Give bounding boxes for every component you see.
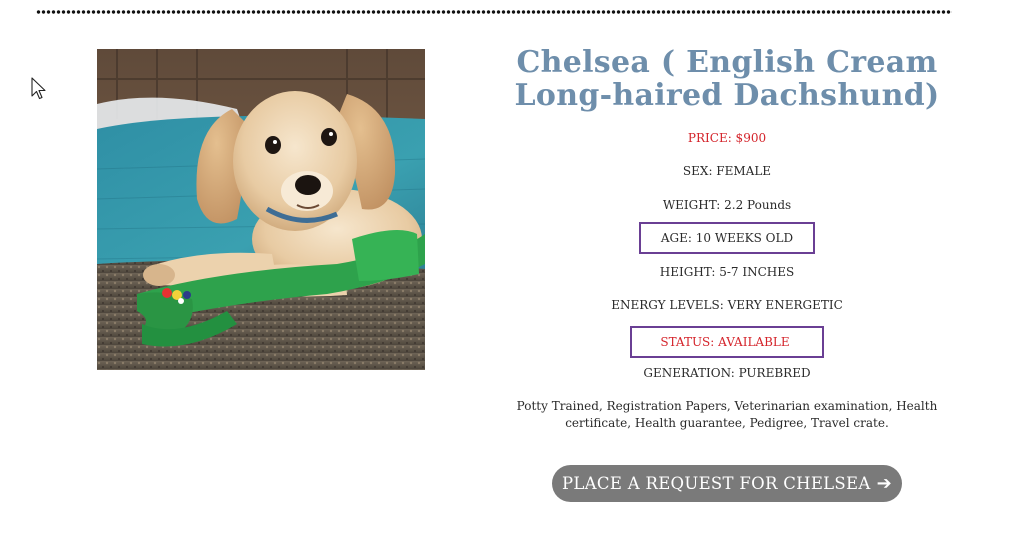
features-list: Potty Trained, Registration Papers, Vete… — [516, 399, 938, 430]
dotted-divider — [36, 9, 952, 15]
weight-text: WEIGHT: 2.2 Pounds — [662, 198, 792, 212]
puppy-photo[interactable] — [97, 49, 425, 370]
generation-text: GENERATION: PUREBRED — [643, 366, 811, 380]
status-row: STATUS: AVAILABLE — [510, 326, 944, 358]
place-request-label: PLACE A REQUEST FOR CHELSEA — [562, 474, 871, 493]
energy-text: ENERGY LEVELS: VERY ENERGETIC — [611, 298, 843, 312]
age-text: AGE: 10 WEEKS OLD — [638, 222, 816, 254]
price-text: PRICE: $900 — [687, 131, 767, 145]
sex-text: SEX: FEMALE — [682, 164, 772, 178]
arrow-right-icon: ➔ — [876, 473, 892, 494]
height-text: HEIGHT: 5-7 INCHES — [659, 265, 795, 279]
puppy-name-title: Chelsea ( English Cream Long-haired Dach… — [514, 45, 940, 113]
age-row: AGE: 10 WEEKS OLD — [510, 222, 944, 254]
mouse-cursor-icon — [31, 77, 46, 100]
status-text: STATUS: AVAILABLE — [630, 326, 824, 358]
listing-details: Chelsea ( English Cream Long-haired Dach… — [510, 45, 944, 430]
place-request-button[interactable]: PLACE A REQUEST FOR CHELSEA ➔ — [552, 465, 902, 502]
